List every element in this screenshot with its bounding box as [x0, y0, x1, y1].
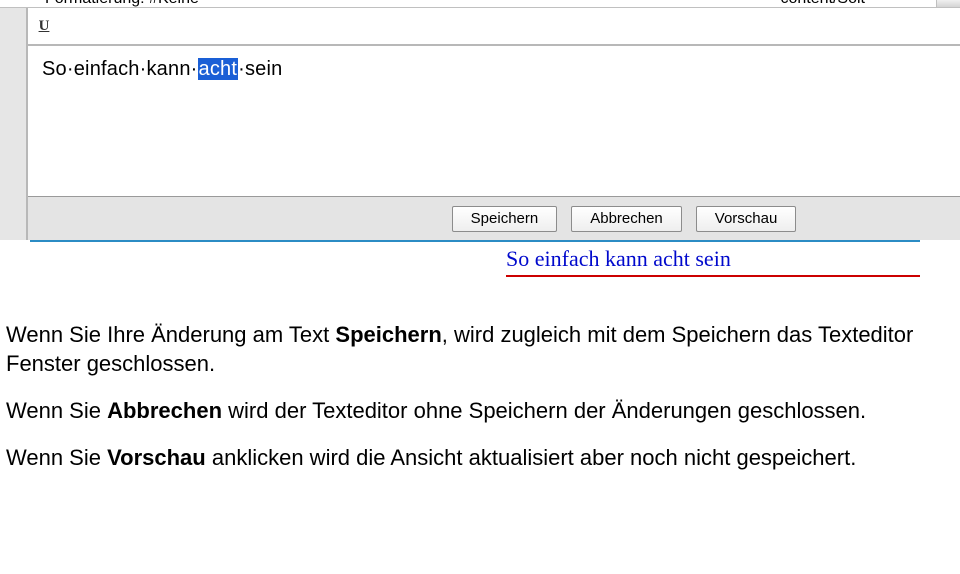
cutoff-text-left: Formatierung: #Keine	[45, 0, 199, 8]
editor-text-before: So·einfach·kann·	[42, 58, 198, 80]
p2-part-a: Wenn Sie	[6, 398, 107, 423]
cutoff-text-right: content/Soit	[781, 0, 866, 8]
preview-headline: So einfach kann acht sein	[506, 246, 731, 272]
p2-part-c: wird der Texteditor ohne Speichern der Ä…	[222, 398, 866, 423]
editor-panel[interactable]: So·einfach·kann·acht·sein	[28, 44, 960, 196]
document-body-text: Wenn Sie Ihre Änderung am Text Speichern…	[6, 320, 954, 490]
save-button[interactable]: Speichern	[452, 206, 558, 232]
p1-bold: Speichern	[335, 322, 441, 347]
underline-button[interactable]: U	[30, 12, 58, 40]
p3-part-c: anklicken wird die Ansicht aktualisiert …	[206, 445, 857, 470]
underline-icon: U	[39, 18, 50, 35]
preview-region: So einfach kann acht sein	[0, 240, 960, 284]
cancel-button[interactable]: Abbrechen	[571, 206, 682, 232]
editor-text-after: ·sein	[238, 58, 282, 80]
p3-bold: Vorschau	[107, 445, 206, 470]
p1-part-a: Wenn Sie Ihre Änderung am Text	[6, 322, 335, 347]
paragraph-3: Wenn Sie Vorschau anklicken wird die Ans…	[6, 443, 954, 472]
scrollbar-stub[interactable]	[936, 0, 960, 8]
paragraph-2: Wenn Sie Abbrechen wird der Texteditor o…	[6, 396, 954, 425]
preview-top-rule	[30, 240, 920, 242]
preview-button[interactable]: Vorschau	[696, 206, 797, 232]
left-sidebar-sliver	[0, 8, 28, 240]
paragraph-1: Wenn Sie Ihre Änderung am Text Speichern…	[6, 320, 954, 378]
editor-text-selection: acht	[198, 58, 239, 80]
p2-bold: Abbrechen	[107, 398, 222, 423]
toolbar-cutoff: Formatierung: #Keine content/Soit	[0, 0, 960, 8]
page-root: Formatierung: #Keine content/Soit U So·e…	[0, 0, 960, 574]
dialog-button-bar: Speichern Abbrechen Vorschau	[28, 196, 960, 240]
format-toolbar: U	[30, 8, 58, 44]
editor-content[interactable]: So·einfach·kann·acht·sein	[42, 58, 282, 81]
p3-part-a: Wenn Sie	[6, 445, 107, 470]
preview-underline	[506, 275, 920, 277]
